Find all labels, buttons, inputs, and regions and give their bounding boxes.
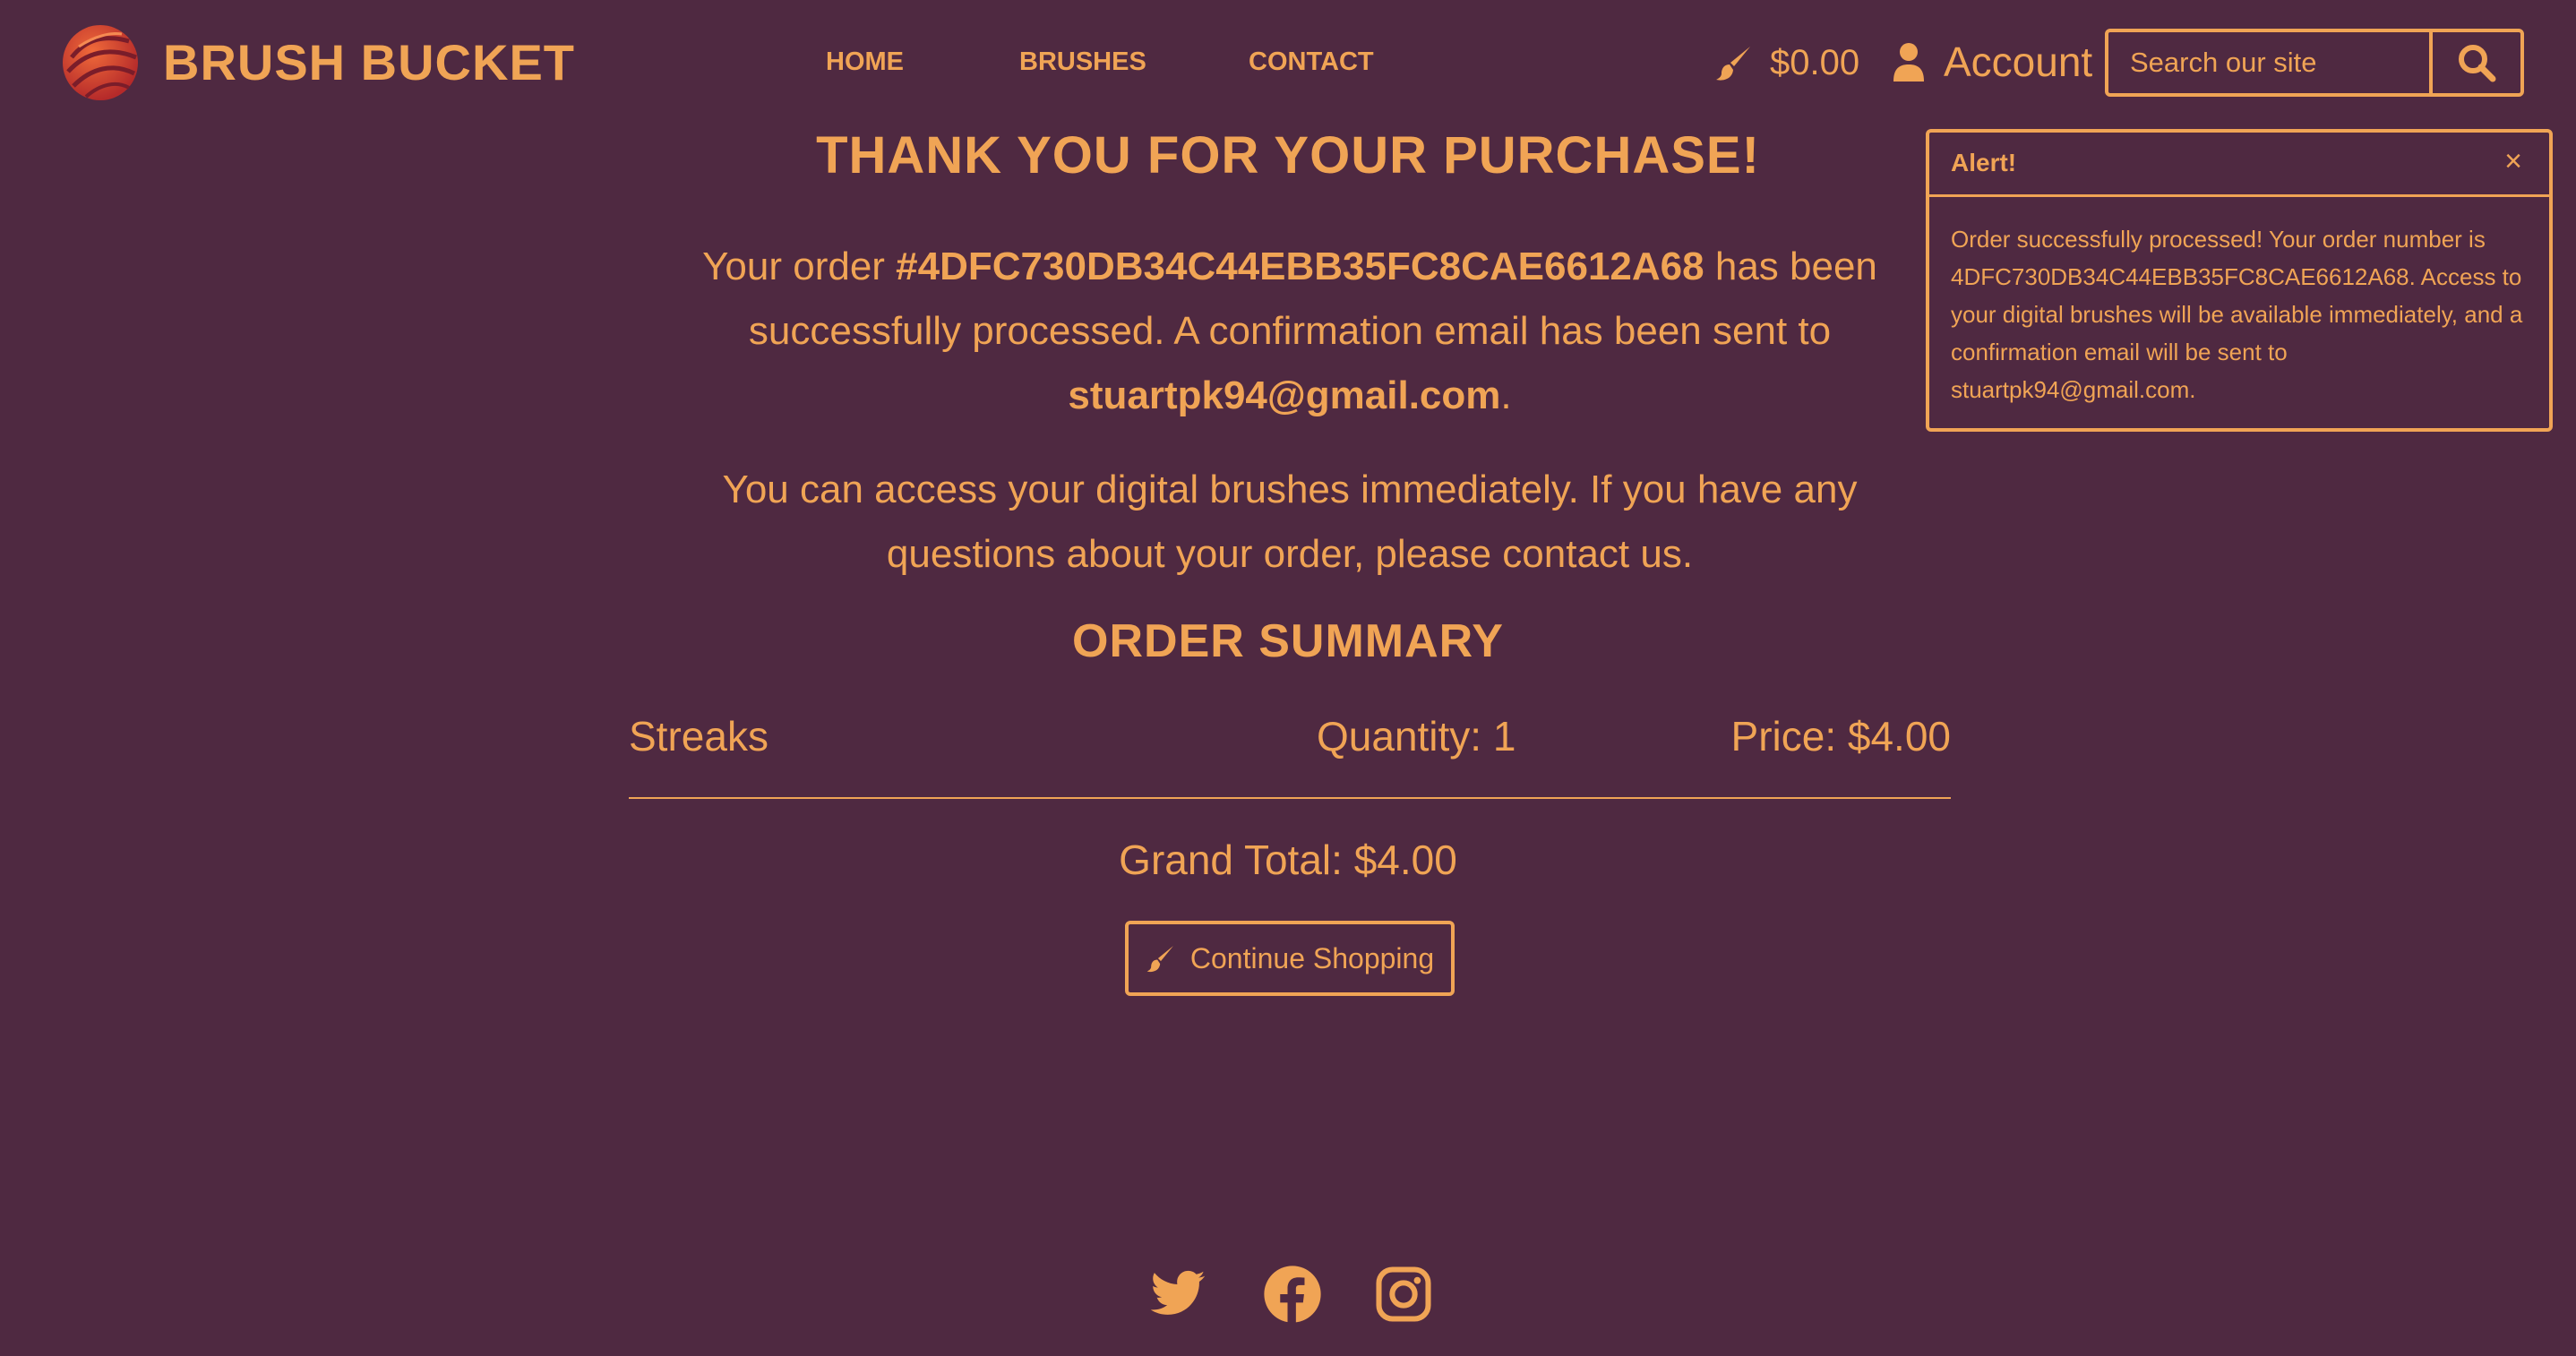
user-icon <box>1893 43 1924 82</box>
facebook-icon[interactable] <box>1263 1265 1322 1324</box>
item-name: Streaks <box>629 713 769 760</box>
paintbrush-icon <box>1146 946 1173 973</box>
page: BRUSH BUCKET HOME BRUSHES CONTACT $0.00 … <box>0 0 2576 1356</box>
order-summary-heading: ORDER SUMMARY <box>1072 615 1504 667</box>
site-header: BRUSH BUCKET HOME BRUSHES CONTACT $0.00 … <box>0 0 2576 125</box>
account-button[interactable]: Account <box>1892 34 2092 90</box>
search-input[interactable] <box>2105 29 2433 97</box>
nav-brushes[interactable]: BRUSHES <box>1019 41 1146 82</box>
customer-email: stuartpk94@gmail.com <box>1068 373 1501 417</box>
order-confirmation-text: Your order #4DFC730DB34C44EBB35FC8CAE661… <box>681 235 1899 428</box>
instagram-icon[interactable] <box>1374 1265 1433 1324</box>
account-label: Account <box>1944 39 2093 85</box>
order-number: #4DFC730DB34C44EBB35FC8CAE6612A68 <box>896 245 1704 288</box>
summary-divider <box>629 797 1951 799</box>
search-button[interactable] <box>2429 29 2524 97</box>
alert-message: Order successfully processed! Your order… <box>1951 226 2523 403</box>
search-icon <box>2459 45 2496 82</box>
confirmation-prefix: Your order <box>702 245 897 288</box>
access-info-text: You can access your digital brushes imme… <box>722 468 1858 576</box>
page-title: THANK YOU FOR YOUR PURCHASE! <box>816 126 1760 185</box>
brush-bucket-logo[interactable] <box>59 21 142 104</box>
nav-contact[interactable]: CONTACT <box>1249 41 1374 82</box>
item-price: Price: $4.00 <box>1730 713 1951 760</box>
continue-shopping-label: Continue Shopping <box>1189 941 1435 974</box>
order-item-row: Streaks Quantity: 1 Price: $4.00 <box>629 708 1951 765</box>
cart-total: $0.00 <box>1770 42 1860 82</box>
item-quantity: Quantity: 1 <box>1317 713 1516 760</box>
paintbrush-icon <box>1716 47 1750 81</box>
brand-name[interactable]: BRUSH BUCKET <box>163 29 575 97</box>
continue-shopping-button[interactable]: Continue Shopping <box>1125 921 1455 996</box>
grand-total: Grand Total: $4.00 <box>1119 837 1457 883</box>
cart-button[interactable]: $0.00 <box>1714 36 1859 90</box>
twitter-icon[interactable] <box>1148 1265 1207 1324</box>
confirmation-suffix: . <box>1500 373 1512 417</box>
nav-home[interactable]: HOME <box>826 41 904 82</box>
